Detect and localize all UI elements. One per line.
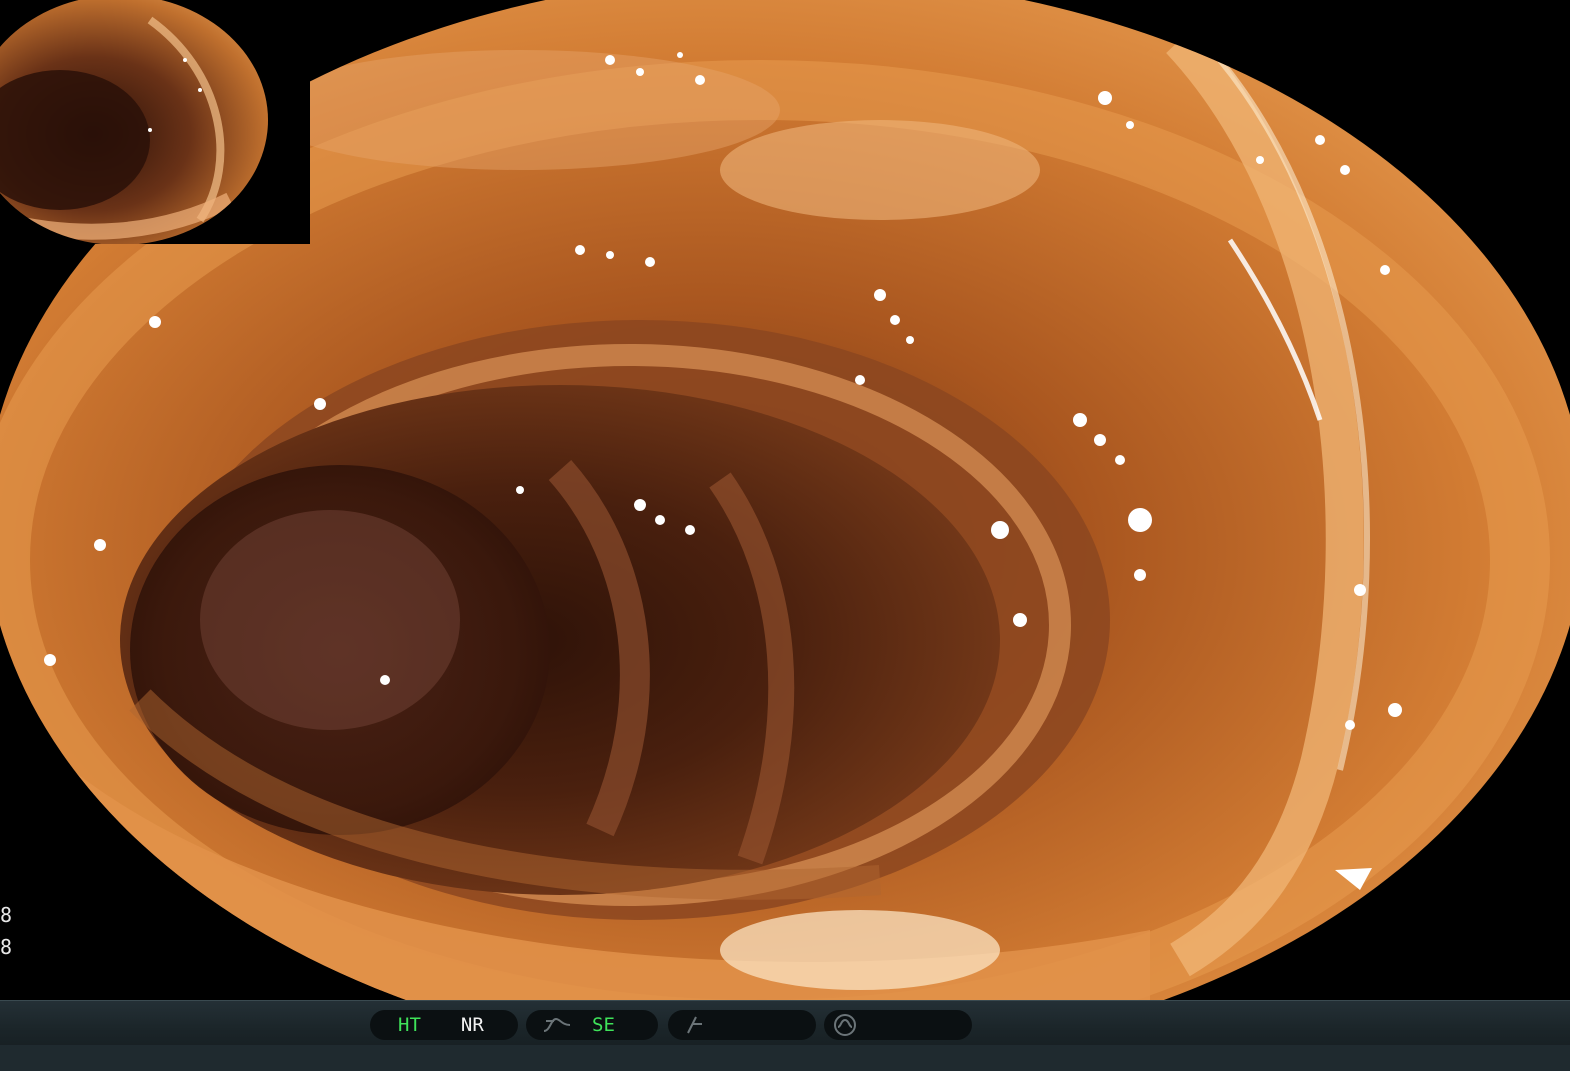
status-group-se: SE <box>526 1010 658 1040</box>
ht-indicator: HT <box>398 1014 421 1036</box>
filter-icon <box>684 1015 708 1035</box>
status-bar-lower-strip <box>0 1045 1570 1071</box>
reference-thumbnail <box>0 0 310 244</box>
se-indicator: SE <box>592 1014 615 1036</box>
status-group-waveform <box>824 1010 972 1040</box>
side-readout-line2: 8 <box>0 935 13 959</box>
status-bar: HT NR SE <box>0 1000 1570 1071</box>
thumbnail-image <box>0 0 268 244</box>
endoscope-view: 8 8 <box>0 0 1570 1000</box>
tone-curve-icon <box>542 1015 572 1035</box>
waveform-circle-icon <box>832 1012 858 1038</box>
side-readout-line1: 8 <box>0 903 13 927</box>
status-group-filter <box>668 1010 816 1040</box>
nr-indicator: NR <box>460 1014 484 1036</box>
status-group-ht-nr: HT NR <box>370 1010 518 1040</box>
